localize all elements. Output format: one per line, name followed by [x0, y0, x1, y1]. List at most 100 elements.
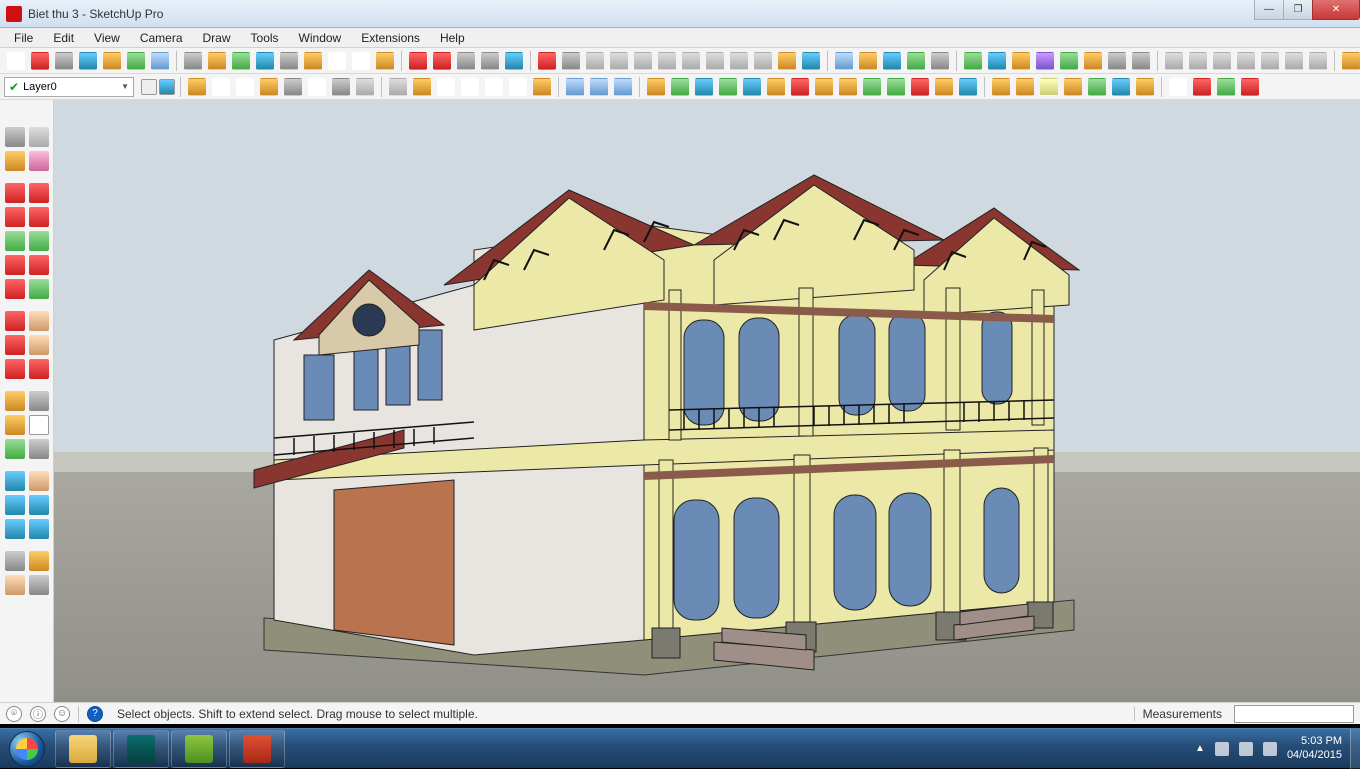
tool-icon[interactable]	[835, 52, 853, 70]
tool-icon[interactable]	[1112, 78, 1130, 96]
select-tool-icon[interactable]	[5, 127, 25, 147]
menu-edit[interactable]: Edit	[43, 29, 84, 47]
zoom-ext-tool-icon[interactable]	[5, 519, 25, 539]
tool-icon[interactable]	[1064, 78, 1082, 96]
tool-icon[interactable]	[562, 52, 580, 70]
start-button[interactable]	[0, 729, 54, 769]
tool-icon[interactable]	[284, 78, 302, 96]
section-tool-icon[interactable]	[29, 575, 49, 595]
tool-icon[interactable]	[409, 52, 427, 70]
tool-icon[interactable]	[988, 52, 1006, 70]
maximize-button[interactable]: ❐	[1283, 0, 1313, 20]
tool-icon[interactable]	[706, 52, 724, 70]
tool-icon[interactable]	[1165, 52, 1183, 70]
tool-icon[interactable]	[304, 52, 322, 70]
tool-icon[interactable]	[31, 52, 49, 70]
tool-icon[interactable]	[103, 52, 121, 70]
minimize-button[interactable]: —	[1254, 0, 1284, 20]
followme-tool-icon[interactable]	[29, 335, 49, 355]
menu-view[interactable]: View	[84, 29, 130, 47]
sphere-icon[interactable]	[671, 78, 689, 96]
tool-icon[interactable]	[566, 78, 584, 96]
look-around-tool-icon[interactable]	[29, 551, 49, 571]
tool-icon[interactable]	[212, 78, 230, 96]
tool-icon[interactable]	[208, 52, 226, 70]
tool-icon[interactable]	[79, 52, 97, 70]
arc2-tool-icon[interactable]	[29, 255, 49, 275]
tool-icon[interactable]	[1217, 78, 1235, 96]
position-cam-tool-icon[interactable]	[5, 551, 25, 571]
sphere-icon[interactable]	[719, 78, 737, 96]
tool-icon[interactable]	[461, 78, 479, 96]
tool-icon[interactable]	[280, 52, 298, 70]
show-desktop-button[interactable]	[1350, 729, 1360, 769]
tool-icon[interactable]	[29, 279, 49, 299]
tool-icon[interactable]	[1193, 78, 1211, 96]
tool-icon[interactable]	[754, 52, 772, 70]
tool-icon[interactable]	[376, 52, 394, 70]
sphere-icon[interactable]	[791, 78, 809, 96]
sphere-icon[interactable]	[767, 78, 785, 96]
tool-icon[interactable]	[389, 78, 407, 96]
tool-icon[interactable]	[1213, 52, 1231, 70]
task-app[interactable]	[171, 730, 227, 768]
sphere-icon[interactable]	[695, 78, 713, 96]
tool-icon[interactable]	[992, 78, 1010, 96]
freehand-tool-icon[interactable]	[29, 183, 49, 203]
zoom-window-tool-icon[interactable]	[29, 495, 49, 515]
pan-tool-icon[interactable]	[29, 471, 49, 491]
tool-icon[interactable]	[682, 52, 700, 70]
layer-btn[interactable]	[159, 79, 175, 95]
dim-tool-icon[interactable]	[29, 391, 49, 411]
layer-selector[interactable]: ✔ Layer0 ▼	[4, 77, 134, 97]
tool-icon[interactable]	[907, 52, 925, 70]
menu-file[interactable]: File	[4, 29, 43, 47]
tool-icon[interactable]	[859, 52, 877, 70]
rect-tool-icon[interactable]	[5, 207, 25, 227]
tool-icon[interactable]	[356, 78, 374, 96]
villa-model[interactable]	[174, 130, 1134, 690]
tape-tool-icon[interactable]	[5, 391, 25, 411]
tool-icon[interactable]	[802, 52, 820, 70]
tool-icon[interactable]	[1132, 52, 1150, 70]
tool-icon[interactable]	[29, 439, 49, 459]
sphere-icon[interactable]	[815, 78, 833, 96]
tool-icon[interactable]	[332, 78, 350, 96]
tool-icon[interactable]	[485, 78, 503, 96]
tool-icon[interactable]	[590, 78, 608, 96]
polygon-tool-icon[interactable]	[29, 231, 49, 251]
tool-icon[interactable]	[308, 78, 326, 96]
flag-icon[interactable]	[1215, 742, 1229, 756]
close-button[interactable]: ✕	[1312, 0, 1360, 20]
volume-icon[interactable]	[1263, 742, 1277, 756]
geo-icon[interactable]: ⌾	[6, 706, 22, 722]
circle-tool-icon[interactable]	[5, 231, 25, 251]
task-sketchup[interactable]	[229, 730, 285, 768]
sphere-icon[interactable]	[839, 78, 857, 96]
menu-help[interactable]: Help	[430, 29, 475, 47]
pushpull-tool-icon[interactable]	[29, 311, 49, 331]
tool-icon[interactable]	[1016, 78, 1034, 96]
tool-icon[interactable]	[1084, 52, 1102, 70]
paint-tool-icon[interactable]	[5, 151, 25, 171]
eraser-tool-icon[interactable]	[29, 151, 49, 171]
sphere-icon[interactable]	[959, 78, 977, 96]
tool-icon[interactable]	[1285, 52, 1303, 70]
tool-icon[interactable]	[1060, 52, 1078, 70]
task-3dsmax[interactable]	[113, 730, 169, 768]
network-icon[interactable]	[1239, 742, 1253, 756]
tool-icon[interactable]	[964, 52, 982, 70]
new-doc-icon[interactable]	[7, 52, 25, 70]
tool-icon[interactable]	[614, 78, 632, 96]
offset-tool-icon[interactable]	[29, 359, 49, 379]
tool-icon[interactable]	[730, 52, 748, 70]
tool-icon[interactable]	[1261, 52, 1279, 70]
rotate-tool-icon[interactable]	[5, 335, 25, 355]
tool-icon[interactable]	[1108, 52, 1126, 70]
move-tool-icon[interactable]	[5, 311, 25, 331]
tool-icon[interactable]	[505, 52, 523, 70]
line-tool-icon[interactable]	[5, 183, 25, 203]
orbit-tool-icon[interactable]	[5, 471, 25, 491]
tool-icon[interactable]	[256, 52, 274, 70]
tool-icon[interactable]	[538, 52, 556, 70]
